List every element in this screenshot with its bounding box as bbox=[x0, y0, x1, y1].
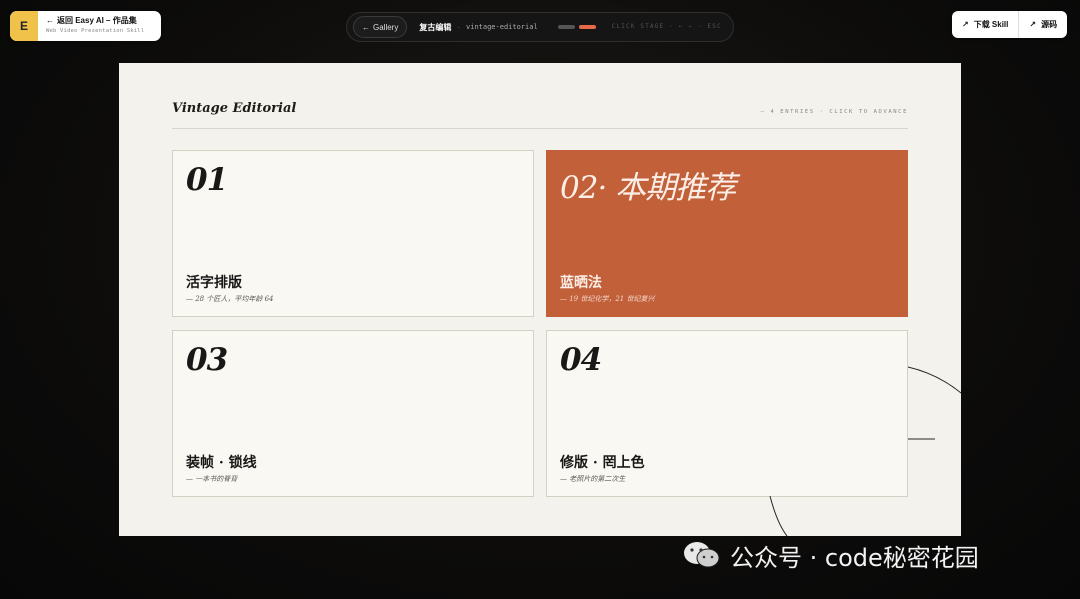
source-label: 源码 bbox=[1041, 20, 1058, 29]
gallery-button[interactable]: ← Gallery bbox=[353, 16, 408, 38]
entry-card-1[interactable]: 01 活字排版 — 28 个匠人，平均年龄 64 bbox=[172, 150, 534, 317]
download-skill-button[interactable]: ↗ 下载 Skill bbox=[952, 11, 1018, 38]
presentation-toolbar: ← Gallery 复古编辑 · vintage-editorial CLICK… bbox=[346, 12, 734, 42]
external-arrow-icon: ↗ bbox=[962, 20, 969, 29]
back-to-gallery-link[interactable]: E ← 返回 Easy AI – 作品集 Web Video Presentat… bbox=[10, 11, 161, 41]
deck-title: 复古编辑 bbox=[419, 22, 452, 32]
card-title: 装帧 · 锁线 bbox=[186, 455, 257, 471]
entries-meta: — 4 ENTRIES · CLICK TO ADVANCE bbox=[760, 109, 908, 115]
card-title: 修版 · 罔上色 bbox=[560, 455, 645, 471]
gallery-label: Gallery bbox=[373, 22, 399, 32]
progress-segment[interactable] bbox=[557, 25, 575, 29]
download-label: 下载 Skill bbox=[973, 20, 1009, 29]
back-label: 返回 Easy AI – 作品集 bbox=[57, 16, 137, 26]
deck-slug: vintage-editorial bbox=[466, 23, 538, 31]
card-subtitle: — 一本书的脊背 bbox=[186, 475, 238, 483]
slide-stage[interactable]: Vintage Editorial — 4 ENTRIES · CLICK TO… bbox=[119, 63, 961, 536]
keyboard-hint: CLICK STAGE · ← → · ESC bbox=[611, 24, 722, 30]
card-number: 03 bbox=[186, 342, 228, 378]
action-buttons: ↗ 下载 Skill ↗ 源码 bbox=[952, 11, 1068, 38]
watermark: 公众号 · code秘密花园 bbox=[682, 536, 979, 574]
card-number: 04 bbox=[560, 342, 602, 378]
brand-subtitle: Web Video Presentation Skill bbox=[46, 28, 145, 35]
entry-card-4[interactable]: 04 修版 · 罔上色 — 老照片的第二次生 bbox=[546, 330, 908, 497]
brand-logo: E bbox=[10, 11, 38, 41]
card-title: 蓝晒法 bbox=[560, 275, 602, 291]
masthead: Vintage Editorial bbox=[172, 101, 297, 116]
card-title: 活字排版 bbox=[186, 275, 242, 291]
entry-card-3[interactable]: 03 装帧 · 锁线 — 一本书的脊背 bbox=[172, 330, 534, 497]
card-subtitle: — 28 个匠人，平均年龄 64 bbox=[186, 295, 274, 303]
source-code-button[interactable]: ↗ 源码 bbox=[1018, 11, 1067, 38]
slide-header: Vintage Editorial — 4 ENTRIES · CLICK TO… bbox=[172, 101, 908, 129]
arrow-left-icon: ← bbox=[362, 22, 370, 32]
back-arrow-icon: ← bbox=[46, 16, 54, 26]
card-subtitle: — 19 世纪化学，21 世纪复兴 bbox=[560, 295, 655, 303]
progress-segment-active[interactable] bbox=[578, 25, 596, 29]
external-arrow-icon: ↗ bbox=[1029, 20, 1037, 29]
card-subtitle: — 老照片的第二次生 bbox=[560, 475, 626, 483]
slide-progress[interactable] bbox=[557, 25, 596, 29]
wechat-icon bbox=[684, 542, 720, 568]
title-separator: · bbox=[457, 22, 461, 32]
watermark-text: 公众号 · code秘密花园 bbox=[730, 543, 979, 572]
card-number: 02· 本期推荐 bbox=[560, 170, 736, 206]
card-number: 01 bbox=[186, 162, 228, 198]
entry-card-2-featured[interactable]: 02· 本期推荐 蓝晒法 — 19 世纪化学，21 世纪复兴 bbox=[546, 150, 908, 317]
